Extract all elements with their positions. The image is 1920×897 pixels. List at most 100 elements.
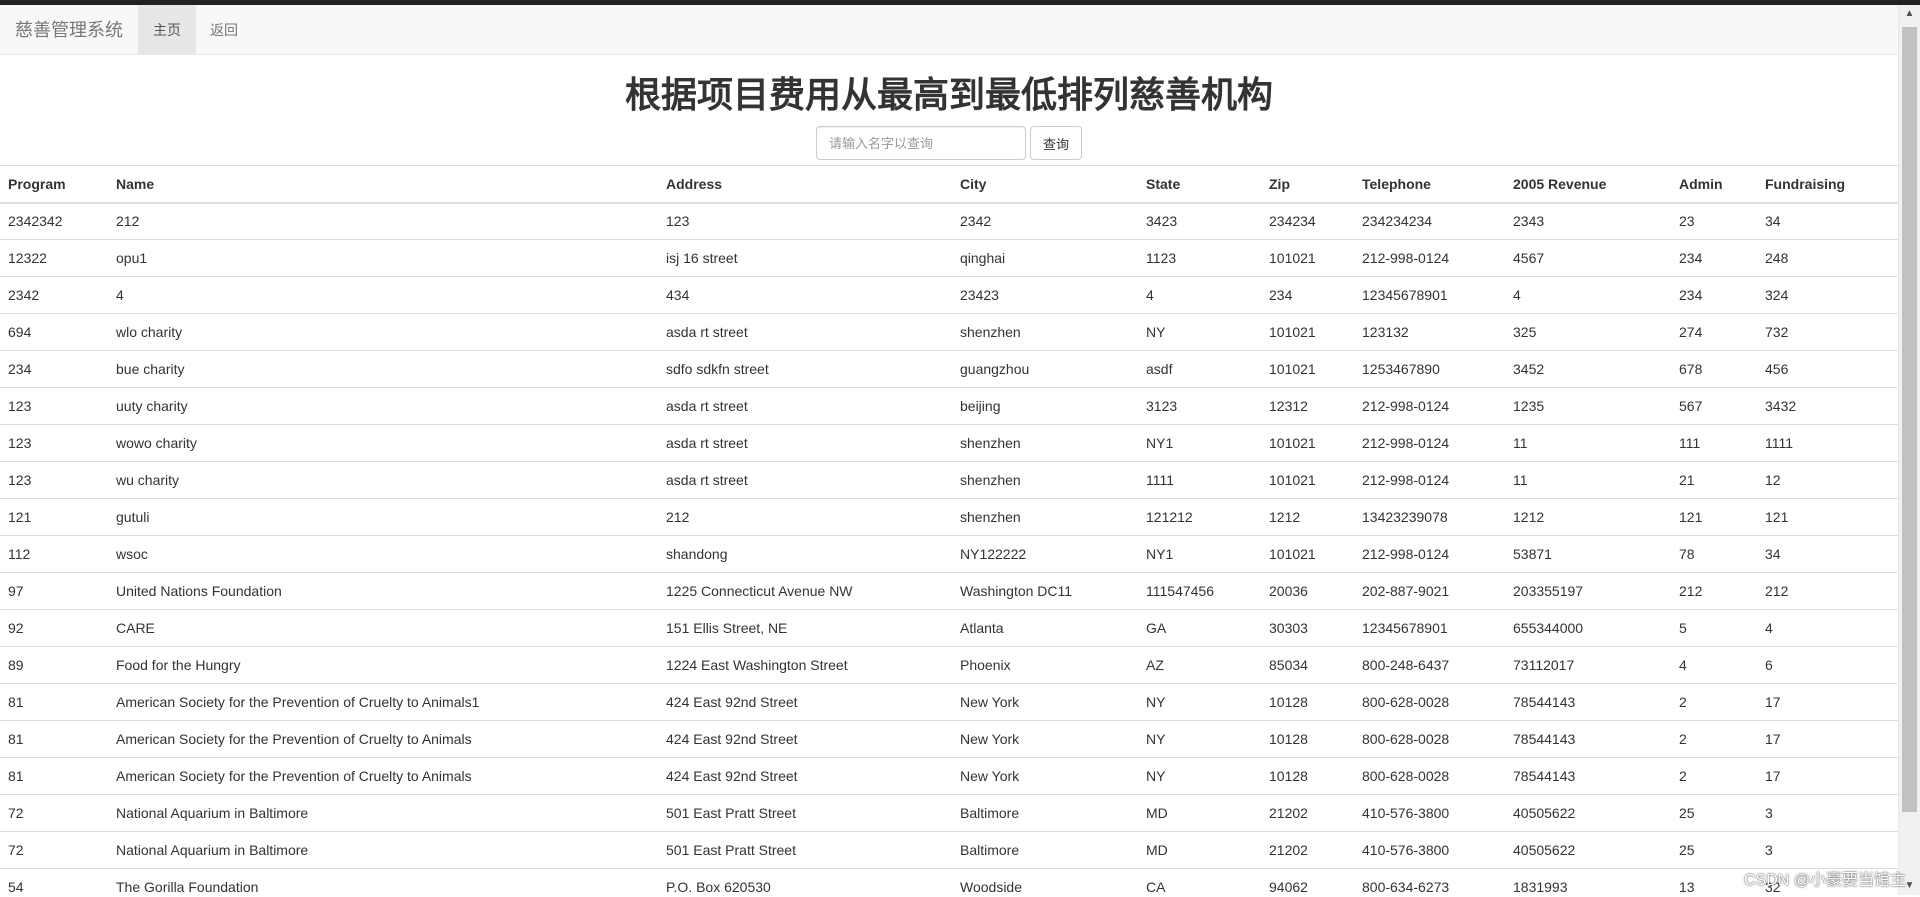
table-cell: 10128 xyxy=(1261,720,1354,758)
table-cell: shenzhen xyxy=(952,498,1138,536)
table-cell: asda rt street xyxy=(658,313,952,351)
table-row: 2342342 212 123 2342 3423 234234 234234234 2343… xyxy=(0,202,1898,240)
navbar-brand[interactable]: 慈善管理系统 xyxy=(15,5,123,55)
table-cell: New York xyxy=(952,757,1138,795)
column-header: Admin xyxy=(1671,165,1757,204)
table-cell: guangzhou xyxy=(952,350,1138,388)
table-cell: 424 East 92nd Street xyxy=(658,683,952,721)
table-cell: 2342 xyxy=(0,276,108,314)
scroll-up-arrow-icon[interactable]: ▲ xyxy=(1899,5,1920,23)
table-cell: 212-998-0124 xyxy=(1354,424,1505,462)
table-cell: 111 xyxy=(1671,424,1757,462)
table-cell: CA xyxy=(1138,868,1261,895)
table-cell: NY1 xyxy=(1138,535,1261,573)
table-cell: 21 xyxy=(1671,461,1757,499)
table-cell: wlo charity xyxy=(108,313,658,351)
table-cell: 1253467890 xyxy=(1354,350,1505,388)
table-cell: NY1 xyxy=(1138,424,1261,462)
table-cell: 4567 xyxy=(1505,239,1671,277)
table-cell: 501 East Pratt Street xyxy=(658,831,952,869)
column-header: 2005 Revenue xyxy=(1505,165,1671,204)
page-title: 根据项目费用从最高到最低排列慈善机构 xyxy=(624,74,1273,115)
table-cell: 3432 xyxy=(1757,387,1898,425)
vertical-scrollbar[interactable]: ▲ ▼ xyxy=(1898,5,1920,895)
table-cell: 2342 xyxy=(952,202,1138,240)
table-cell: MD xyxy=(1138,794,1261,832)
table-cell: 101021 xyxy=(1261,350,1354,388)
table-cell: 456 xyxy=(1757,350,1898,388)
column-header: Telephone xyxy=(1354,165,1505,204)
table-cell: 234 xyxy=(1671,276,1757,314)
table-cell: 34 xyxy=(1757,535,1898,573)
table-cell: 12 xyxy=(1757,461,1898,499)
search-input[interactable] xyxy=(815,126,1026,160)
table-cell: 101021 xyxy=(1261,424,1354,462)
table-cell: 123 xyxy=(0,387,108,425)
table-cell: opu1 xyxy=(108,239,658,277)
table-cell: 12312 xyxy=(1261,387,1354,425)
table-cell: 123132 xyxy=(1354,313,1505,351)
table-cell: NY122222 xyxy=(952,535,1138,573)
table-row: 81 American Society for the Prevention of… xyxy=(0,757,1898,795)
table-cell: 3452 xyxy=(1505,350,1671,388)
table-cell: shenzhen xyxy=(952,424,1138,462)
table-cell: 2 xyxy=(1671,720,1757,758)
table-cell: 25 xyxy=(1671,794,1757,832)
table-cell: sdfo sdkfn street xyxy=(658,350,952,388)
table-cell: bue charity xyxy=(108,350,658,388)
search-form: 查询 xyxy=(0,126,1898,160)
table-cell: 151 Ellis Street, NE xyxy=(658,609,952,647)
table-cell: 2342342 xyxy=(0,202,108,240)
table-cell: American Society for the Prevention of C… xyxy=(108,683,658,721)
table-cell: Baltimore xyxy=(952,794,1138,832)
table-cell: 94062 xyxy=(1261,868,1354,895)
table-cell: American Society for the Prevention of C… xyxy=(108,757,658,795)
table-cell: 121 xyxy=(1757,498,1898,536)
table-cell: 111547456 xyxy=(1138,572,1261,610)
table-cell: NY xyxy=(1138,720,1261,758)
table-cell: asda rt street xyxy=(658,461,952,499)
table-cell: 234 xyxy=(1671,239,1757,277)
table-cell: GA xyxy=(1138,609,1261,647)
table-cell: 97 xyxy=(0,572,108,610)
table-cell: 248 xyxy=(1757,239,1898,277)
table-cell: 4 xyxy=(108,276,658,314)
table-row: 72 National Aquarium in Baltimore 501 East… xyxy=(0,794,1898,832)
nav-item-home[interactable]: 主页 xyxy=(138,5,196,54)
table-cell: 2343 xyxy=(1505,202,1671,240)
table-cell: qinghai xyxy=(952,239,1138,277)
table-cell: 10128 xyxy=(1261,683,1354,721)
charity-table: Program Name Address City State Zip Telephone 2… xyxy=(0,165,1898,895)
table-cell: 121212 xyxy=(1138,498,1261,536)
column-header: State xyxy=(1138,165,1261,204)
table-cell: 501 East Pratt Street xyxy=(658,794,952,832)
table-row: 81 American Society for the Prevention of… xyxy=(0,683,1898,721)
table-cell: 3 xyxy=(1757,794,1898,832)
table-cell: 1111 xyxy=(1138,461,1261,499)
table-cell: 325 xyxy=(1505,313,1671,351)
table-cell: 655344000 xyxy=(1505,609,1671,647)
table-cell: 10128 xyxy=(1261,757,1354,795)
column-header: Zip xyxy=(1261,165,1354,204)
table-cell: 567 xyxy=(1671,387,1757,425)
table-row: 54 The Gorilla Foundation P.O. Box 620530 W… xyxy=(0,868,1898,895)
table-cell: 123 xyxy=(0,424,108,462)
table-cell: 78544143 xyxy=(1505,757,1671,795)
table-cell: 234234234 xyxy=(1354,202,1505,240)
nav-item-back[interactable]: 返回 xyxy=(195,5,253,54)
table-cell: 78 xyxy=(1671,535,1757,573)
table-row: 234 bue charity sdfo sdkfn street guangzhou… xyxy=(0,350,1898,388)
table-cell: 800-628-0028 xyxy=(1354,683,1505,721)
table-cell: 1111 xyxy=(1757,424,1898,462)
table-row: 123 wu charity asda rt street shenzhen 1111 1… xyxy=(0,461,1898,499)
table-cell: 21202 xyxy=(1261,794,1354,832)
search-button[interactable]: 查询 xyxy=(1029,126,1082,160)
table-cell: 212-998-0124 xyxy=(1354,239,1505,277)
table-cell: isj 16 street xyxy=(658,239,952,277)
table-cell: 410-576-3800 xyxy=(1354,794,1505,832)
table-cell: 212 xyxy=(1671,572,1757,610)
table-cell: 17 xyxy=(1757,683,1898,721)
scrollbar-thumb[interactable] xyxy=(1902,27,1917,812)
table-row: 121 gutuli 212 shenzhen 121212 1212 1342323907… xyxy=(0,498,1898,536)
table-cell: 121 xyxy=(1671,498,1757,536)
